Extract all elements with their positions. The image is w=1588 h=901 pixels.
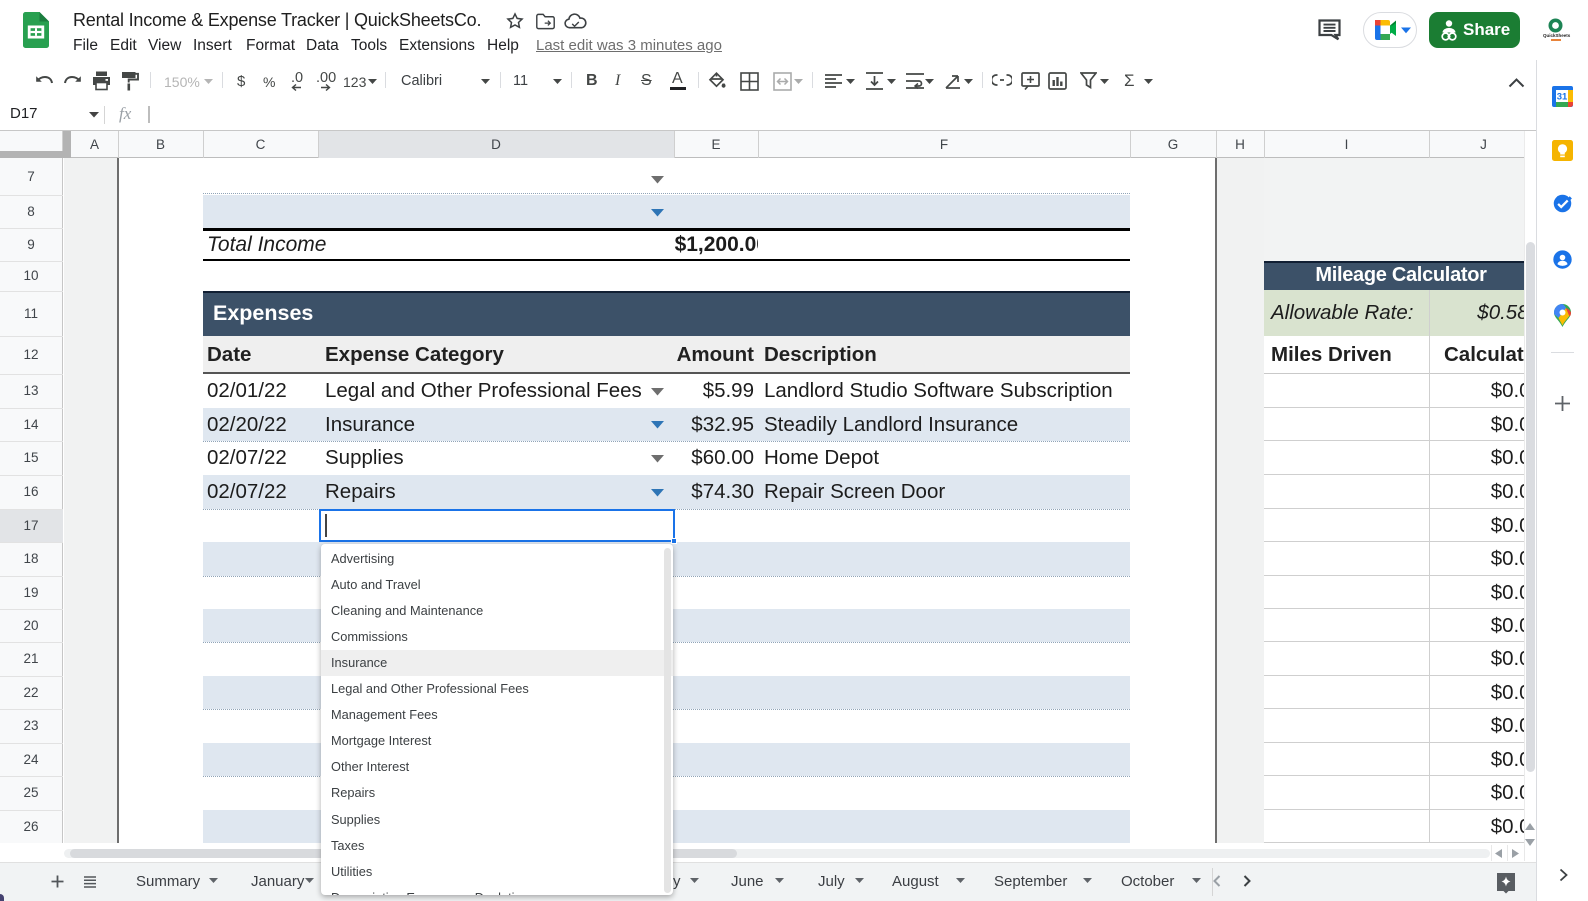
svg-text:31: 31 bbox=[1557, 92, 1568, 103]
